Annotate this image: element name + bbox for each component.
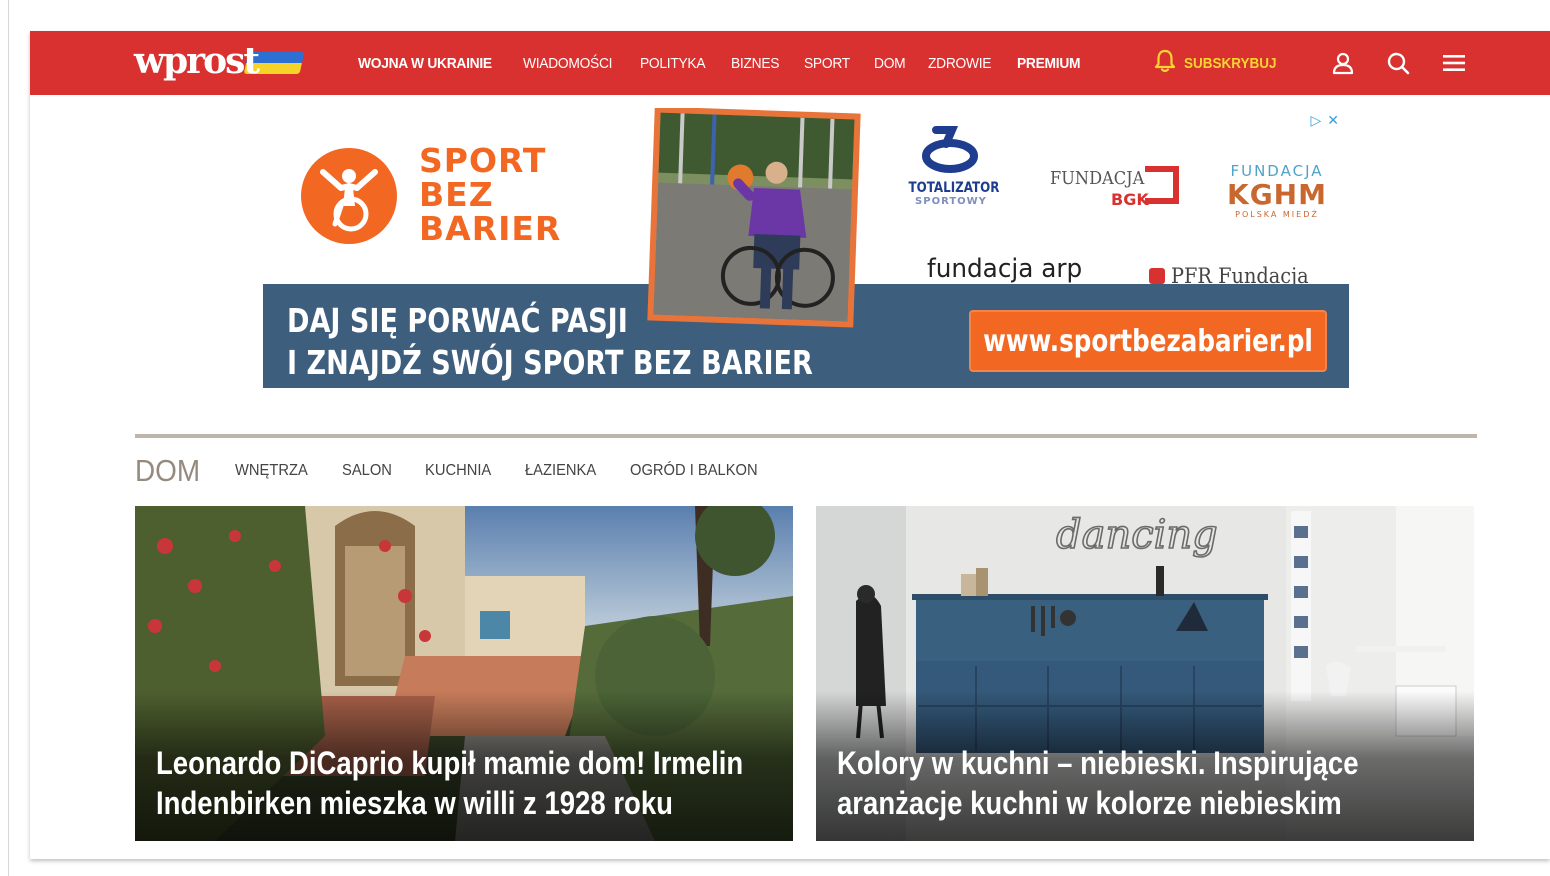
ad-brand-line: SPORT	[419, 141, 547, 180]
pfr-logo-icon	[1149, 268, 1165, 284]
article-card[interactable]: dancing Kolory w kuchni – niebieski. Ins…	[816, 506, 1474, 841]
sport-bez-barier-logo-icon	[301, 148, 397, 244]
nav-item-wojna-w-ukrainie[interactable]: WOJNA W UKRAINIE	[358, 55, 492, 72]
logo-text: wprost	[134, 40, 260, 82]
top-navigation-bar: wprost WOJNA W UKRAINIE WIADOMOŚCI POLIT…	[30, 31, 1550, 95]
search-icon[interactable]	[1380, 45, 1416, 81]
section-item-lazienka[interactable]: ŁAZIENKA	[525, 462, 596, 480]
ad-choices[interactable]: ▷ ✕	[1310, 112, 1339, 129]
arp-label: fundacja arp	[927, 254, 1083, 284]
section-divider	[135, 434, 1477, 438]
section-nav: DOM WNĘTRZA SALON KUCHNIA ŁAZIENKA OGRÓD…	[135, 453, 797, 489]
nav-item-sport[interactable]: SPORT	[804, 55, 850, 72]
subscribe-label: SUBSKRYBUJ	[1184, 54, 1277, 72]
totalizator-sub-label: SPORTOWY	[915, 196, 987, 207]
nav-item-zdrowie[interactable]: ZDROWIE	[928, 55, 992, 72]
section-item-ogrod-i-balkon[interactable]: OGRÓD I BALKON	[630, 462, 758, 480]
page-left-rule	[8, 0, 9, 876]
bgk-sub-label: BGK	[1111, 190, 1149, 209]
menu-icon[interactable]	[1436, 45, 1472, 81]
kitchen-neon-sign: dancing	[1056, 512, 1218, 558]
bell-icon	[1154, 49, 1176, 77]
nav-item-premium[interactable]: PREMIUM	[1017, 55, 1081, 72]
browser-viewport: wprost WOJNA W UKRAINIE WIADOMOŚCI POLIT…	[30, 31, 1550, 859]
bgk-label: FUNDACJA	[1050, 168, 1145, 189]
wprost-logo[interactable]: wprost	[134, 39, 305, 83]
article-title[interactable]: Kolory w kuchni – niebieski. Inspirujące…	[837, 743, 1439, 823]
sponsor-fundacja-arp: fundacja arp	[927, 254, 1107, 284]
sponsor-fundacja-bgk: FUNDACJA BGK	[1043, 166, 1183, 209]
main-nav: WOJNA W UKRAINIE WIADOMOŚCI POLITYKA BIZ…	[358, 31, 1105, 95]
advertisement-banner[interactable]: ▷ ✕ SPORT BEZ BARIER TOTALIZATOR SPORTOW…	[263, 108, 1349, 388]
article-card[interactable]: Leonardo DiCaprio kupił mamie dom! Irmel…	[135, 506, 793, 841]
ad-url-button[interactable]: www.sportbezabarier.pl	[969, 310, 1327, 372]
totalizator-logo-icon	[922, 126, 978, 173]
kghm-label: KGHM	[1227, 178, 1327, 211]
nav-item-dom[interactable]: DOM	[874, 55, 906, 72]
ad-close-icon[interactable]: ✕	[1327, 112, 1339, 129]
kghm-sub-label: POLSKA MIEDŹ	[1235, 210, 1319, 219]
subscribe-button[interactable]: SUBSKRYBUJ	[1154, 45, 1287, 81]
ad-brand-line: BEZ	[419, 175, 494, 214]
section-title[interactable]: DOM	[135, 453, 200, 489]
sponsor-totalizator: TOTALIZATOR SPORTOWY	[901, 126, 1001, 207]
user-icon[interactable]	[1325, 45, 1361, 81]
sponsor-fundacja-kghm: FUNDACJA KGHM POLSKA MIEDŹ	[1221, 162, 1333, 219]
nav-item-polityka[interactable]: POLITYKA	[640, 55, 706, 72]
nav-item-wiadomosci[interactable]: WIADOMOŚCI	[523, 55, 613, 72]
totalizator-label: TOTALIZATOR	[908, 180, 1000, 196]
ad-brand-title: SPORT BEZ BARIER	[419, 144, 561, 246]
ad-photo-wheelchair-basketball	[647, 108, 861, 328]
ad-url-label: www.sportbezabarier.pl	[983, 323, 1313, 359]
ad-slogan-line: I ZNAJDŹ SWÓJ SPORT BEZ BARIER	[287, 343, 813, 382]
ad-brand-line: BARIER	[419, 209, 562, 248]
article-title[interactable]: Leonardo DiCaprio kupił mamie dom! Irmel…	[156, 743, 758, 823]
section-item-kuchnia[interactable]: KUCHNIA	[425, 462, 491, 480]
section-item-salon[interactable]: SALON	[342, 462, 392, 480]
nav-item-biznes[interactable]: BIZNES	[731, 55, 779, 72]
ad-info-icon[interactable]: ▷	[1310, 112, 1321, 129]
section-item-wnetrza[interactable]: WNĘTRZA	[235, 462, 308, 480]
